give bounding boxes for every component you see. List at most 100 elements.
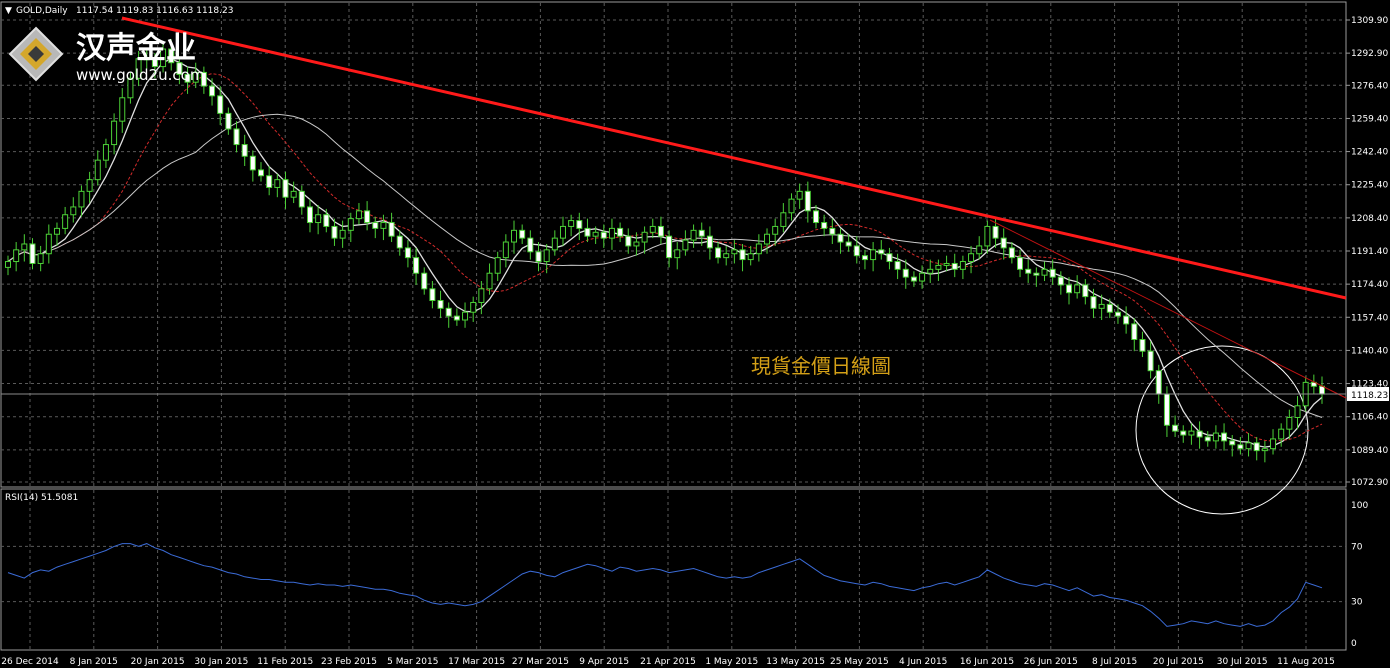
candle <box>29 243 36 264</box>
candle <box>731 249 738 255</box>
date-tick-label: 11 Aug 2015 <box>1277 657 1335 667</box>
rsi-panel[interactable] <box>0 488 1347 651</box>
candle <box>584 227 591 237</box>
menu-arrow-icon[interactable]: ▼ <box>5 6 12 16</box>
candle <box>878 249 885 255</box>
candle <box>698 229 705 237</box>
date-tick-label: 1 May 2015 <box>705 657 758 667</box>
time-axis: 26 Dec 2014 8 Jan 2015 20 Jan 2015 30 Jan 2… <box>1 657 1335 667</box>
candle <box>86 179 93 192</box>
candle <box>674 249 681 259</box>
candle <box>764 233 771 245</box>
candle <box>217 95 224 114</box>
candle <box>380 222 387 229</box>
candle <box>959 261 966 270</box>
candle <box>780 212 787 227</box>
rsi-tick-label: 70 <box>1351 542 1363 552</box>
candle <box>943 262 950 266</box>
candle <box>625 235 632 247</box>
candle <box>45 233 52 255</box>
date-tick-label: 27 Mar 2015 <box>512 657 569 667</box>
candle <box>225 112 232 130</box>
candle <box>886 253 893 263</box>
candle <box>935 264 942 270</box>
candle <box>372 222 379 229</box>
candle <box>715 247 722 259</box>
candle <box>951 262 958 270</box>
candle <box>94 159 101 181</box>
candle <box>331 225 338 239</box>
candle <box>535 251 542 263</box>
rsi-tick-label: 30 <box>1351 598 1363 608</box>
candle <box>462 311 469 321</box>
candle <box>1147 350 1154 372</box>
candle <box>1229 440 1236 446</box>
price-tick-label: 1208.40 <box>1351 214 1388 224</box>
candle <box>102 144 109 161</box>
candle <box>364 210 371 224</box>
candle <box>421 272 428 290</box>
candle <box>111 120 118 146</box>
price-tick-label: 1292.90 <box>1351 49 1388 59</box>
date-tick-label: 25 May 2015 <box>830 657 889 667</box>
candle <box>396 235 403 249</box>
candle <box>315 214 322 224</box>
candle <box>927 268 934 274</box>
date-tick-label: 26 Dec 2014 <box>1 657 59 667</box>
candle <box>347 218 354 231</box>
date-tick-label: 8 Jul 2015 <box>1092 657 1137 667</box>
candle <box>37 253 44 264</box>
price-tick-label: 1174.40 <box>1351 280 1388 290</box>
candle <box>1090 296 1097 309</box>
candle <box>233 128 240 146</box>
candle <box>1221 432 1228 442</box>
price-tick-label: 1276.40 <box>1351 81 1388 91</box>
candle <box>984 225 991 247</box>
candle <box>608 227 615 239</box>
candle <box>902 268 909 278</box>
rsi-label: RSI(14) 51.5081 <box>5 493 78 503</box>
candle <box>690 229 697 241</box>
candle <box>1114 311 1121 317</box>
date-tick-label: 20 Jan 2015 <box>131 657 185 667</box>
date-tick-label: 30 Jul 2015 <box>1217 657 1268 667</box>
date-tick-label: 9 Apr 2015 <box>579 657 629 667</box>
candle <box>837 233 844 243</box>
candle <box>1204 436 1211 442</box>
candle <box>339 229 346 239</box>
candle <box>1163 393 1170 426</box>
candle <box>829 227 836 235</box>
candle <box>1139 339 1146 352</box>
price-tick-label: 1106.40 <box>1351 413 1388 423</box>
candle <box>404 247 411 259</box>
candle <box>796 190 803 200</box>
candle <box>617 227 624 237</box>
candle <box>870 249 877 261</box>
date-tick-label: 17 Mar 2015 <box>448 657 505 667</box>
candle <box>1278 428 1285 440</box>
candle <box>1033 272 1040 276</box>
candle <box>1106 303 1113 313</box>
candle <box>429 288 436 302</box>
candle <box>209 85 216 97</box>
trading-chart[interactable]: 1309.90 1292.90 1276.40 1259.40 1242.40 1225.… <box>0 0 1390 668</box>
price-tick-label: 1072.90 <box>1351 478 1388 488</box>
price-tick-label: 1259.40 <box>1351 114 1388 124</box>
candle <box>1065 284 1072 294</box>
chart-annotation: 現貨金價日線圖 <box>751 354 891 378</box>
candle <box>266 175 273 188</box>
candle <box>1237 444 1244 450</box>
candle <box>845 241 852 247</box>
candle <box>543 249 550 263</box>
date-tick-label: 21 Apr 2015 <box>640 657 696 667</box>
candle <box>282 179 289 198</box>
date-tick-label: 30 Jan 2015 <box>194 657 248 667</box>
price-tick-label: 1309.90 <box>1351 16 1388 26</box>
candle <box>1049 268 1056 278</box>
candle <box>919 272 926 282</box>
price-tick-label: 1089.40 <box>1351 446 1388 456</box>
candle <box>706 235 713 249</box>
candle <box>249 155 256 171</box>
candle <box>976 245 983 255</box>
candle <box>502 241 509 259</box>
